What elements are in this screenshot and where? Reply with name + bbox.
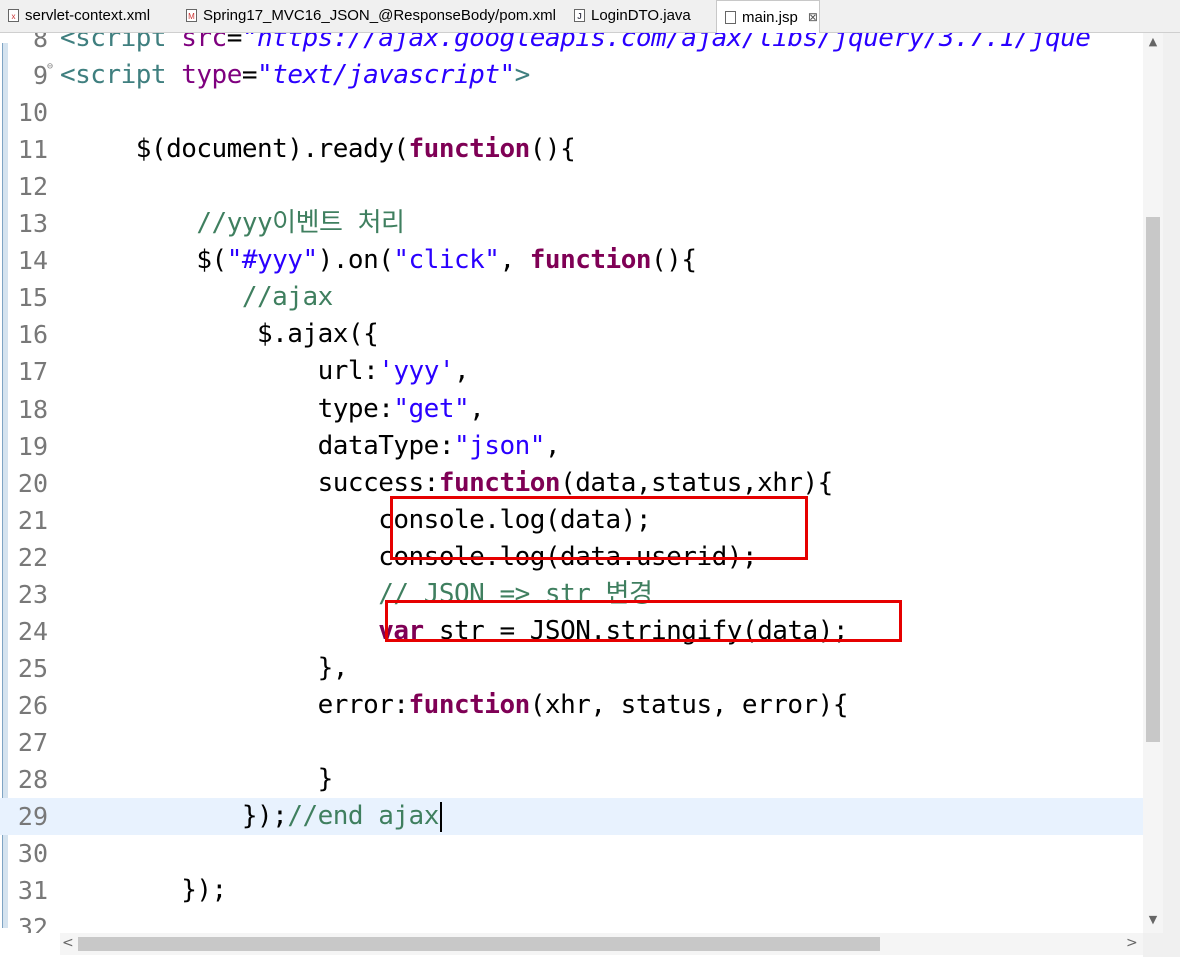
code-text: error:function(xhr, status, error){ [60, 689, 849, 720]
code-text: }, [60, 652, 349, 683]
code-line[interactable]: 8 <script src="https://ajax.googleapis.co… [0, 33, 1160, 57]
line-number: 11 [17, 135, 48, 165]
code-line[interactable]: 26 error:function(xhr, status, error){ [0, 687, 1160, 724]
scroll-down-icon[interactable]: ▼ [1143, 913, 1163, 926]
line-number: 28 [17, 765, 48, 794]
fold-toggle-icon[interactable]: ⊖ [47, 61, 53, 72]
code-line[interactable]: 12 [0, 168, 1160, 205]
line-number: 16 [17, 320, 48, 350]
code-line[interactable]: 25 }, [0, 650, 1160, 687]
line-number: 14 [17, 246, 48, 276]
line-number: 25 [17, 653, 48, 683]
line-number: 17 [17, 357, 48, 387]
code-line[interactable]: 19 dataType:"json", [0, 428, 1160, 465]
jsp-file-icon [725, 10, 736, 24]
line-number: 8 [32, 33, 48, 53]
line-number: 20 [17, 468, 48, 498]
editor-right-margin [1163, 33, 1180, 957]
line-number: 22 [17, 542, 48, 572]
line-number: 9 [32, 61, 48, 91]
code-text: });//end ajax [60, 798, 442, 835]
code-line[interactable]: 32 [0, 909, 1160, 933]
code-line[interactable]: 27 [0, 724, 1160, 761]
code-line[interactable]: 15 //ajax [0, 279, 1160, 316]
code-text: <script type="text/javascript"> [60, 60, 530, 91]
text-cursor [439, 801, 442, 832]
scrollbar-corner [1143, 933, 1180, 957]
xml-file-icon: x [8, 9, 19, 22]
code-line[interactable]: 29 });//end ajax [0, 798, 1160, 836]
code-line[interactable]: 16 $.ajax({ [0, 316, 1160, 353]
code-line[interactable]: 9 ⊖ <script type="text/javascript"> [0, 57, 1160, 94]
horizontal-scroll-thumb[interactable] [78, 937, 880, 951]
line-number: 30 [17, 839, 48, 869]
code-line[interactable]: 30 [0, 835, 1160, 872]
code-text: <script src="https://ajax.googleapis.com… [60, 33, 1091, 53]
code-text: success:function(data,status,xhr){ [60, 467, 834, 498]
code-text: $(document).ready(function(){ [60, 134, 576, 165]
code-line[interactable]: 24 var str = JSON.stringify(data); [0, 613, 1160, 650]
tab-pom-xml[interactable]: M Spring17_MVC16_JSON_@ResponseBody/pom.… [178, 0, 564, 31]
vertical-scroll-thumb[interactable] [1146, 217, 1160, 742]
line-number: 18 [17, 394, 48, 424]
line-number: 32 [17, 913, 48, 933]
code-line[interactable]: 28 } [0, 761, 1160, 798]
java-file-icon: J [574, 9, 585, 22]
line-number: 29 [17, 802, 48, 832]
code-line[interactable]: 31 }); [0, 872, 1160, 909]
line-number: 27 [17, 727, 48, 757]
tab-label: main.jsp [742, 8, 798, 26]
code-text: console.log(data); [60, 504, 651, 535]
code-text: //yyy이벤트 처리 [196, 208, 405, 239]
code-text: $("#yyy").on("click", function(){ [60, 245, 697, 276]
line-number: 13 [17, 209, 48, 239]
tab-label: Spring17_MVC16_JSON_@ResponseBody/pom.xm… [203, 7, 556, 24]
code-line[interactable]: 13 //yyy이벤트 처리 [0, 205, 1160, 242]
line-number: 10 [17, 98, 48, 128]
tab-logindto-java[interactable]: J LoginDTO.java [566, 0, 714, 31]
code-text: //ajax [241, 282, 333, 313]
code-text: }); [60, 875, 227, 906]
maven-pom-icon: M [186, 9, 197, 22]
line-number: 23 [17, 579, 48, 609]
horizontal-scrollbar[interactable]: < > [60, 933, 1143, 955]
vertical-scrollbar[interactable]: ▲ ▼ [1143, 33, 1163, 935]
code-text: console.log(data.userid); [60, 541, 758, 572]
code-line[interactable]: 22 console.log(data.userid); [0, 539, 1160, 576]
line-number: 15 [17, 283, 48, 313]
code-line[interactable]: 10 [0, 94, 1160, 131]
line-number: 26 [17, 690, 48, 720]
scroll-right-icon[interactable]: > [1126, 935, 1138, 951]
code-editor[interactable]: 8 <script src="https://ajax.googleapis.co… [0, 33, 1160, 933]
line-number: 12 [17, 172, 48, 202]
scroll-up-icon[interactable]: ▲ [1143, 35, 1163, 48]
close-icon[interactable]: ⊠ [808, 10, 818, 24]
code-line[interactable]: 21 console.log(data); [0, 502, 1160, 539]
tab-label: servlet-context.xml [25, 7, 151, 24]
tab-label: LoginDTO.java [591, 7, 691, 24]
code-text: dataType:"json", [60, 430, 561, 461]
code-text: var str = JSON.stringify(data); [378, 615, 848, 646]
code-text: type:"get", [60, 393, 485, 424]
code-text: } [60, 764, 334, 794]
tab-servlet-context[interactable]: x servlet-context.xml [0, 0, 178, 31]
code-text: $.ajax({ [60, 319, 379, 350]
code-line[interactable]: 20 success:function(data,status,xhr){ [0, 465, 1160, 502]
line-number: 21 [17, 505, 48, 535]
line-number: 31 [17, 876, 48, 906]
code-line[interactable]: 17 url:'yyy', [0, 353, 1160, 390]
code-text: url:'yyy', [60, 356, 470, 387]
line-number: 19 [17, 431, 48, 461]
code-line[interactable]: 14 $("#yyy").on("click", function(){ [0, 242, 1160, 279]
line-number: 24 [17, 616, 48, 646]
code-text: // JSON => str 변경 [378, 578, 653, 609]
editor-tab-bar: x servlet-context.xml M Spring17_MVC16_J… [0, 0, 1180, 33]
code-line[interactable]: 23 // JSON => str 변경 [0, 576, 1160, 613]
code-line[interactable]: 18 type:"get", [0, 391, 1160, 428]
code-line[interactable]: 11 $(document).ready(function(){ [0, 131, 1160, 168]
tab-main-jsp[interactable]: main.jsp ⊠ [716, 0, 820, 33]
scroll-left-icon[interactable]: < [62, 935, 74, 951]
